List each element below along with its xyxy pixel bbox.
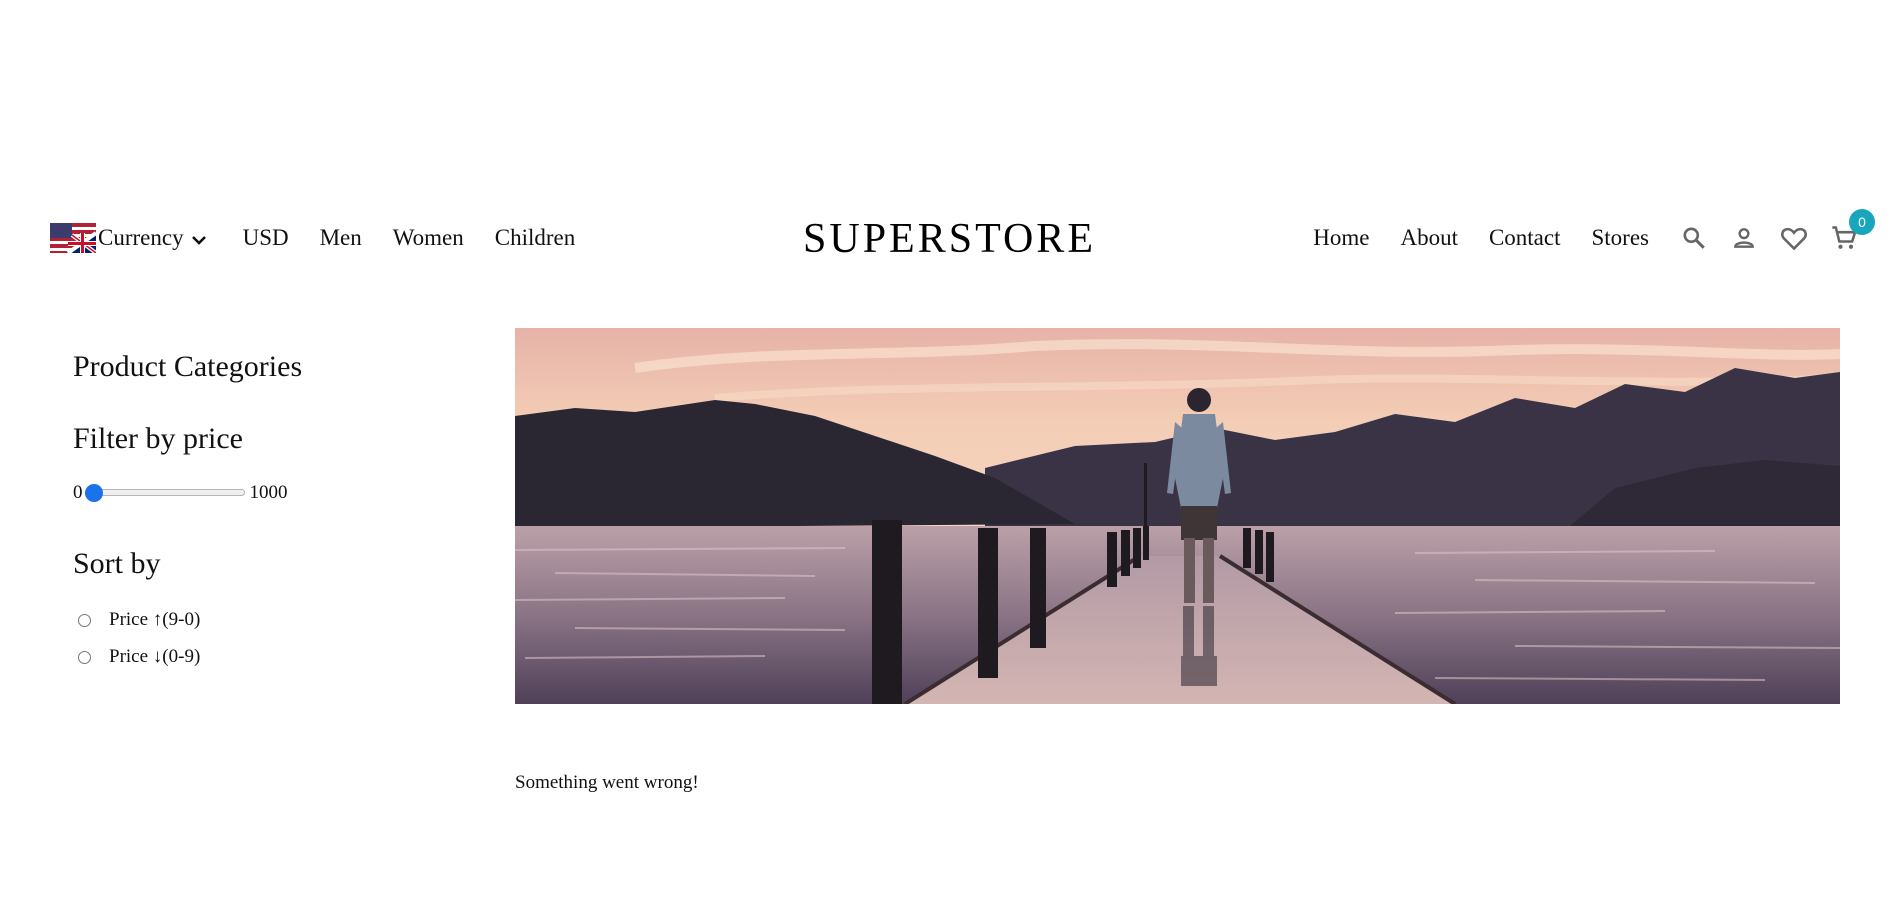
cart-icon[interactable]: 0 xyxy=(1829,209,1875,253)
user-icon[interactable] xyxy=(1729,223,1759,253)
sort-option-label: Price ↑(9-0) xyxy=(109,609,201,630)
slider-track xyxy=(84,489,245,496)
sort-option-price-desc[interactable]: Price ↑(9-0) xyxy=(78,609,200,631)
price-range-slider[interactable] xyxy=(84,482,245,504)
price-max-label: 1000 xyxy=(249,482,288,503)
hero-banner-image xyxy=(515,328,1840,704)
site-header: Currency USD Men Women Children SUPERSTO… xyxy=(0,205,1899,275)
search-icon[interactable] xyxy=(1679,223,1709,253)
error-message: Something went wrong! xyxy=(515,772,699,793)
nav-link-contact[interactable]: Contact xyxy=(1489,225,1561,251)
sort-by-heading: Sort by xyxy=(73,547,161,580)
nav-link-stores[interactable]: Stores xyxy=(1592,225,1650,251)
cart-count-badge: 0 xyxy=(1849,209,1875,235)
radio-button[interactable] xyxy=(78,650,91,664)
sort-option-label: Price ↓(0-9) xyxy=(109,646,201,667)
radio-button[interactable] xyxy=(78,613,91,627)
product-categories-heading: Product Categories xyxy=(73,350,303,383)
slider-thumb[interactable] xyxy=(84,484,103,502)
nav-link-home[interactable]: Home xyxy=(1313,225,1369,251)
price-min-label: 0 xyxy=(73,482,83,503)
filter-by-price-heading: Filter by price xyxy=(73,422,243,455)
sort-option-price-asc[interactable]: Price ↓(0-9) xyxy=(78,646,200,668)
heart-icon[interactable] xyxy=(1779,223,1809,253)
price-filter: 0 1000 xyxy=(73,482,288,504)
right-nav: Home About Contact Stores 0 xyxy=(1313,209,1875,253)
nav-link-about[interactable]: About xyxy=(1400,225,1458,251)
